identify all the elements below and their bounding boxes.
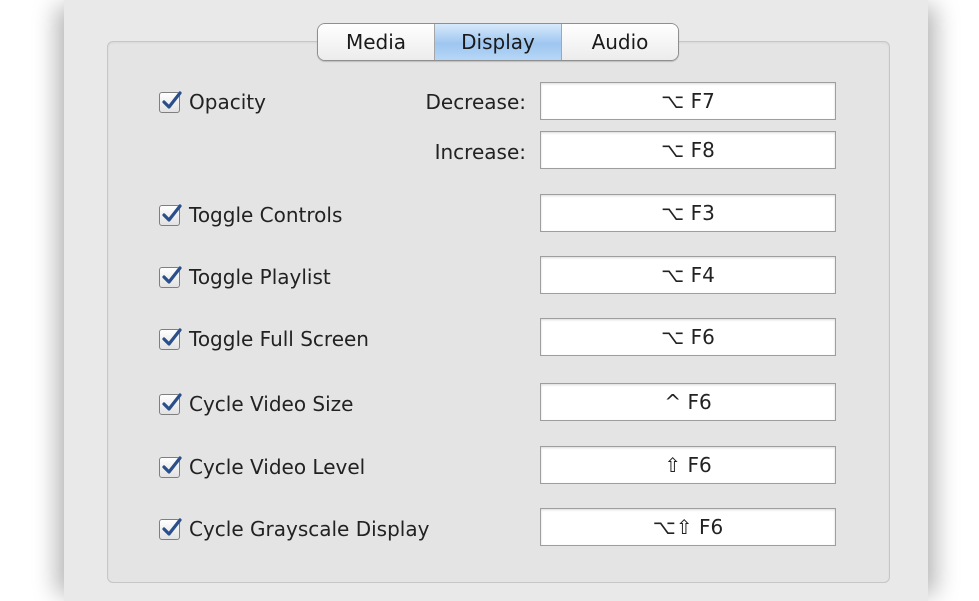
opacity-increase-shortcut-field[interactable]: ⌥ F8	[540, 131, 836, 169]
checkmark-icon	[162, 392, 182, 411]
checkbox-box[interactable]	[159, 90, 182, 113]
checkmark-icon	[162, 327, 182, 346]
checkmark-icon	[162, 203, 182, 222]
cycle-video-size-shortcut-field[interactable]: ^ F6	[540, 383, 836, 421]
checkbox-box[interactable]	[159, 265, 182, 288]
toggle-controls-shortcut-field[interactable]: ⌥ F3	[540, 194, 836, 232]
tab-media[interactable]: Media	[318, 24, 435, 60]
cycle-grayscale-display-checkbox[interactable]: Cycle Grayscale Display	[159, 517, 429, 541]
cycle-video-level-label: Cycle Video Level	[189, 455, 366, 479]
cycle-video-level-checkbox[interactable]: Cycle Video Level	[159, 455, 365, 479]
toggle-playlist-label: Toggle Playlist	[189, 265, 331, 289]
cycle-video-level-shortcut-field[interactable]: ⇧ F6	[540, 446, 836, 484]
toggle-full-screen-checkbox[interactable]: Toggle Full Screen	[159, 327, 369, 351]
checkmark-icon	[162, 517, 182, 536]
opacity-decrease-shortcut-field[interactable]: ⌥ F7	[540, 82, 836, 120]
toggle-playlist-shortcut-field[interactable]: ⌥ F4	[540, 256, 836, 294]
checkmark-icon	[162, 265, 182, 284]
toggle-playlist-checkbox[interactable]: Toggle Playlist	[159, 265, 331, 289]
checkbox-box[interactable]	[159, 203, 182, 226]
toggle-full-screen-shortcut-field[interactable]: ⌥ F6	[540, 318, 836, 356]
checkbox-box[interactable]	[159, 455, 182, 478]
checkmark-icon	[162, 90, 182, 109]
opacity-checkbox[interactable]: Opacity	[159, 90, 266, 114]
increase-label: Increase:	[434, 140, 526, 164]
checkbox-box[interactable]	[159, 327, 182, 350]
checkbox-box[interactable]	[159, 517, 182, 540]
toggle-controls-label: Toggle Controls	[189, 203, 343, 227]
shortcuts-group-box	[107, 41, 890, 583]
tab-audio[interactable]: Audio	[562, 24, 678, 60]
toggle-controls-checkbox[interactable]: Toggle Controls	[159, 203, 342, 227]
tab-display[interactable]: Display	[435, 24, 562, 60]
checkmark-icon	[162, 455, 182, 474]
cycle-grayscale-display-label: Cycle Grayscale Display	[189, 517, 430, 541]
decrease-label: Decrease:	[425, 90, 526, 114]
cycle-grayscale-display-shortcut-field[interactable]: ⌥⇧ F6	[540, 508, 836, 546]
tab-bar: Media Display Audio	[317, 23, 679, 61]
cycle-video-size-checkbox[interactable]: Cycle Video Size	[159, 392, 353, 416]
checkbox-box[interactable]	[159, 392, 182, 415]
toggle-full-screen-label: Toggle Full Screen	[189, 327, 369, 351]
cycle-video-size-label: Cycle Video Size	[189, 392, 354, 416]
opacity-label: Opacity	[189, 90, 266, 114]
